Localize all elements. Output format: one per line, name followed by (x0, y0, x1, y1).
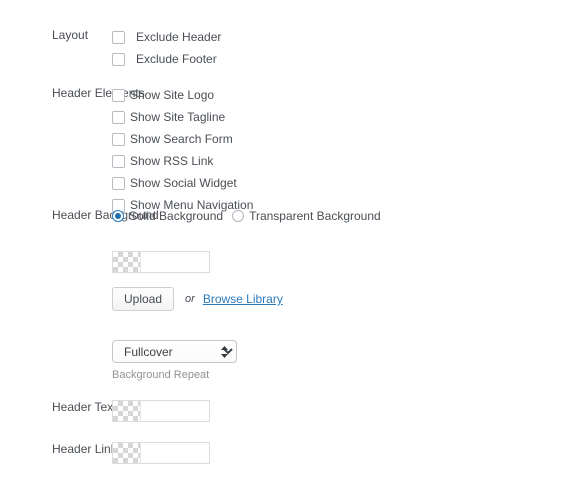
background-color-input[interactable] (141, 252, 209, 272)
field-row-header-background: Header Background Solid Background Trans… (0, 208, 578, 224)
field-row-upload: Upload or Browse Library (0, 287, 578, 311)
checkbox-show-site-logo-box[interactable] (112, 88, 125, 102)
field-row-header-link-color: Header Link Color (0, 442, 578, 464)
checkbox-exclude-header-label: Exclude Header (136, 30, 222, 44)
checkbox-show-search-form[interactable]: Show Search Form (112, 130, 578, 148)
checkbox-show-site-tagline-label: Show Site Tagline (130, 110, 226, 124)
upload-or-label: or (185, 293, 195, 305)
checkbox-show-site-tagline-box[interactable] (112, 110, 125, 124)
checkbox-show-social-widget-label: Show Social Widget (130, 176, 237, 190)
background-repeat-control: Fullcover Background Repeat (110, 340, 578, 382)
header-text-color-swatch[interactable] (113, 401, 141, 421)
header-link-color-label: Header Link Color (52, 442, 149, 456)
checkbox-exclude-footer[interactable]: Exclude Footer (112, 50, 578, 68)
background-repeat-select[interactable]: Fullcover (112, 340, 237, 363)
radio-transparent-background-label: Transparent Background (249, 209, 381, 223)
checkbox-show-social-widget-box[interactable] (112, 176, 125, 190)
checkbox-show-rss-link-box[interactable] (112, 154, 125, 168)
background-color-field[interactable] (112, 251, 210, 273)
field-row-layout: Layout Exclude Header Exclude Footer (0, 28, 578, 68)
upload-button[interactable]: Upload (112, 287, 175, 311)
checkbox-exclude-footer-box[interactable] (112, 52, 125, 66)
checkbox-show-search-form-box[interactable] (112, 132, 125, 146)
header-elements-options: Show Site Logo Show Site Tagline Show Se… (110, 86, 578, 214)
field-row-header-elements: Header Elements Show Site Logo Show Site… (0, 86, 578, 214)
checkbox-exclude-header-box[interactable] (112, 30, 125, 44)
radio-transparent-background[interactable]: Transparent Background (232, 209, 381, 223)
header-text-color-field[interactable] (112, 400, 210, 422)
field-row-header-text-color: Header Text Color (0, 400, 578, 422)
radio-solid-background[interactable]: Solid Background (112, 209, 223, 223)
header-background-label: Header Background (52, 208, 159, 222)
header-elements-label: Header Elements (52, 86, 145, 100)
checkbox-show-site-logo[interactable]: Show Site Logo (112, 86, 578, 104)
header-background-options: Solid Background Transparent Background (110, 208, 578, 224)
checkbox-show-rss-link[interactable]: Show RSS Link (112, 152, 578, 170)
background-repeat-helper-text: Background Repeat (112, 369, 210, 381)
checkbox-show-social-widget[interactable]: Show Social Widget (112, 174, 578, 192)
background-color-control (110, 251, 578, 273)
background-repeat-select-wrap: Fullcover (112, 340, 237, 363)
radio-solid-background-box[interactable] (112, 210, 124, 222)
radio-transparent-background-box[interactable] (232, 210, 245, 222)
checkbox-show-search-form-label: Show Search Form (130, 132, 233, 146)
radio-solid-background-label: Solid Background (129, 209, 224, 223)
checkbox-exclude-header[interactable]: Exclude Header (112, 28, 578, 46)
layout-options: Exclude Header Exclude Footer (110, 28, 578, 68)
header-text-color-label: Header Text Color (52, 400, 149, 414)
header-link-color-control (110, 442, 578, 464)
layout-label: Layout (52, 28, 89, 42)
browse-library-link[interactable]: Browse Library (203, 292, 283, 306)
header-link-color-swatch[interactable] (113, 443, 141, 463)
header-link-color-input[interactable] (141, 443, 209, 463)
field-row-background-color (0, 251, 578, 273)
checkbox-exclude-footer-label: Exclude Footer (136, 52, 217, 66)
field-row-background-repeat: Fullcover Background Repeat (0, 340, 578, 382)
radio-group-header-background: Solid Background Transparent Background (112, 208, 578, 224)
checkbox-show-rss-link-label: Show RSS Link (130, 154, 214, 168)
header-text-color-control (110, 400, 578, 422)
background-color-swatch[interactable] (113, 252, 141, 272)
theme-options-form: Layout Exclude Header Exclude Footer Hea… (0, 0, 578, 502)
upload-control: Upload or Browse Library (110, 287, 578, 311)
upload-row: Upload or Browse Library (112, 287, 578, 311)
header-link-color-field[interactable] (112, 442, 210, 464)
header-text-color-input[interactable] (141, 401, 209, 421)
checkbox-show-site-tagline[interactable]: Show Site Tagline (112, 108, 578, 126)
checkbox-show-site-logo-label: Show Site Logo (130, 88, 215, 102)
